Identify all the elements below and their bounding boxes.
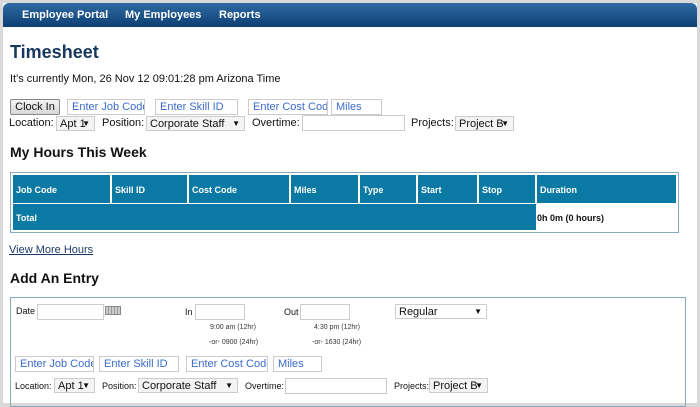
skill-id-input[interactable]: Enter Skill ID — [155, 99, 238, 115]
entry-position-select[interactable]: Corporate Staff ▼ — [138, 378, 238, 393]
entry-location-value: Apt 1 — [58, 380, 84, 392]
entry-projects-value: Project B — [433, 380, 478, 392]
chevron-down-icon: ▼ — [82, 381, 90, 390]
overtime-input[interactable] — [302, 115, 405, 131]
projects-value: Project B — [459, 118, 504, 130]
top-nav: Employee Portal My Employees Reports — [3, 3, 697, 27]
entry-overtime-label: Overtime: — [245, 381, 285, 391]
chevron-down-icon: ▼ — [82, 119, 90, 128]
projects-select[interactable]: Project B ▼ — [455, 116, 514, 131]
entry-projects-label: Projects: — [394, 381, 430, 391]
total-label: Total — [13, 204, 536, 230]
location-label: Location: — [9, 117, 54, 129]
my-hours-title: My Hours This Week — [10, 144, 147, 160]
date-label: Date — [16, 306, 36, 316]
col-skill-id: Skill ID — [112, 175, 187, 203]
entry-skill-id-input[interactable]: Enter Skill ID — [99, 356, 179, 372]
miles-input[interactable]: Miles — [331, 99, 382, 115]
chevron-down-icon: ▼ — [475, 381, 483, 390]
chevron-down-icon: ▼ — [501, 119, 509, 128]
entry-location-select[interactable]: Apt 1 ▼ — [54, 378, 95, 393]
cost-code-input[interactable]: Enter Cost Code — [248, 99, 328, 115]
col-stop: Stop — [479, 175, 535, 203]
current-time: It's currently Mon, 26 Nov 12 09:01:28 p… — [10, 73, 281, 85]
col-duration: Duration — [537, 175, 676, 203]
total-duration: 0h 0m (0 hours) — [537, 213, 605, 223]
calendar-icon[interactable] — [105, 306, 121, 315]
hours-table: Job Code Skill ID Cost Code Miles Type S… — [10, 172, 679, 233]
in-label: In — [185, 307, 193, 317]
entry-type-value: Regular — [399, 306, 438, 318]
col-miles: Miles — [291, 175, 358, 203]
view-more-hours-link[interactable]: View More Hours — [9, 244, 93, 256]
chevron-down-icon: ▼ — [225, 381, 233, 390]
out-hint-12hr: 4:30 pm (12hr) — [314, 324, 360, 331]
date-input[interactable] — [37, 304, 104, 320]
entry-cost-code-input[interactable]: Enter Cost Code — [186, 356, 268, 372]
overtime-label: Overtime: — [252, 117, 300, 129]
out-label: Out — [284, 307, 299, 317]
col-job-code: Job Code — [13, 175, 110, 203]
chevron-down-icon: ▼ — [232, 119, 240, 128]
entry-type-select[interactable]: Regular ▼ — [395, 304, 487, 319]
nav-my-employees[interactable]: My Employees — [125, 9, 201, 21]
job-code-input[interactable]: Enter Job Code — [67, 99, 145, 115]
entry-location-label: Location: — [15, 381, 52, 391]
position-select[interactable]: Corporate Staff ▼ — [146, 116, 245, 131]
entry-projects-select[interactable]: Project B ▼ — [429, 378, 488, 393]
entry-miles-input[interactable]: Miles — [273, 356, 322, 372]
entry-position-label: Position: — [102, 381, 137, 391]
entry-position-value: Corporate Staff — [142, 380, 217, 392]
nav-reports[interactable]: Reports — [219, 9, 261, 21]
clock-in-button[interactable]: Clock In — [10, 99, 60, 115]
col-start: Start — [418, 175, 477, 203]
position-value: Corporate Staff — [150, 118, 225, 130]
location-select[interactable]: Apt 1 ▼ — [56, 116, 95, 131]
in-time-input[interactable] — [195, 304, 245, 320]
in-hint-24hr: -or- 0900 (24hr) — [209, 339, 259, 346]
entry-job-code-input[interactable]: Enter Job Code — [15, 356, 94, 372]
projects-label: Projects: — [411, 117, 454, 129]
entry-overtime-input[interactable] — [285, 378, 387, 394]
add-entry-title: Add An Entry — [10, 270, 99, 286]
col-cost-code: Cost Code — [189, 175, 289, 203]
col-type: Type — [360, 175, 416, 203]
out-hint-24hr: -or- 1630 (24hr) — [312, 339, 362, 346]
nav-employee-portal[interactable]: Employee Portal — [22, 9, 108, 21]
chevron-down-icon: ▼ — [474, 307, 482, 316]
page-title: Timesheet — [10, 42, 99, 62]
in-hint-12hr: 9:00 am (12hr) — [210, 324, 256, 331]
out-time-input[interactable] — [300, 304, 350, 320]
position-label: Position: — [102, 117, 145, 129]
